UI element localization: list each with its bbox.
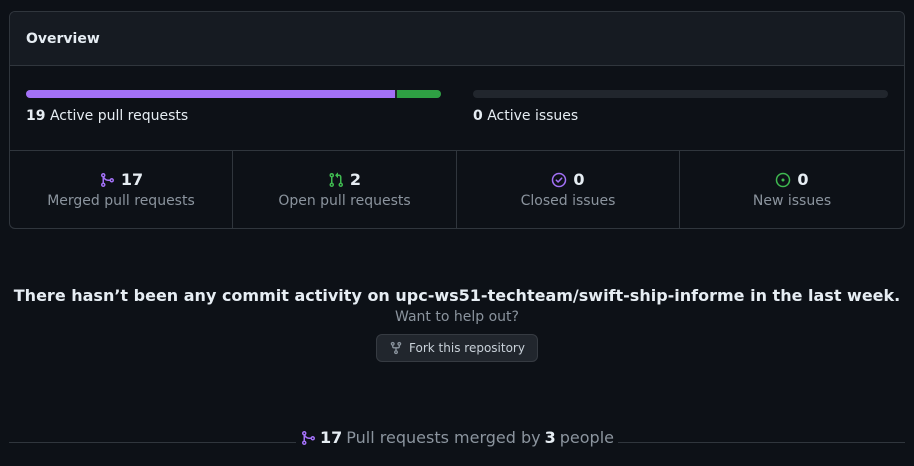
- merged-summary: 17 Pull requests merged by 3 people: [0, 428, 914, 447]
- pull-requests-summary: 19 Active pull requests: [10, 66, 457, 150]
- overview-panel: Overview 19 Active pull requests 0 Activ…: [9, 11, 905, 229]
- active-issues-text[interactable]: 0 Active issues: [473, 108, 888, 124]
- overview-header: Overview: [10, 12, 904, 66]
- commit-activity-message: There hasn’t been any commit activity on…: [13, 286, 901, 305]
- stat-closed-issues[interactable]: 0 Closed issues: [457, 151, 680, 228]
- stat-open-pull-requests[interactable]: 2 Open pull requests: [233, 151, 457, 228]
- active-issues-count: 0: [473, 108, 483, 124]
- overview-summary: 19 Active pull requests 0 Active issues: [10, 66, 904, 151]
- fork-repository-label: Fork this repository: [409, 341, 525, 355]
- help-out-text: Want to help out?: [395, 309, 519, 325]
- people-count: 3: [544, 428, 556, 447]
- merged-count: 17: [320, 428, 343, 447]
- active-issues-label: Active issues: [487, 108, 579, 124]
- git-merge-icon: [100, 172, 114, 187]
- active-pull-requests-count: 19: [26, 108, 46, 124]
- pull-requests-bar: [26, 90, 441, 98]
- merged-pull-requests-label: Merged pull requests: [47, 193, 195, 209]
- closed-issues-count: 0: [573, 170, 585, 189]
- open-pull-requests-label: Open pull requests: [278, 193, 411, 209]
- fork-repository-button[interactable]: Fork this repository: [376, 334, 538, 362]
- merged-summary-text: 17 Pull requests merged by 3 people: [296, 428, 618, 447]
- new-issues-count: 0: [797, 170, 809, 189]
- issues-summary: 0 Active issues: [457, 66, 904, 150]
- commit-activity-empty-state: There hasn’t been any commit activity on…: [0, 286, 914, 362]
- issues-bar: [473, 90, 888, 98]
- stat-new-issues[interactable]: 0 New issues: [680, 151, 904, 228]
- people-text: people: [559, 428, 614, 447]
- overview-stats: 17 Merged pull requests 2 Open pull requ…: [10, 151, 904, 228]
- repo-forked-icon: [390, 341, 402, 355]
- open-bar-segment: [397, 90, 441, 98]
- new-issues-label: New issues: [752, 193, 832, 209]
- stat-merged-pull-requests[interactable]: 17 Merged pull requests: [10, 151, 233, 228]
- git-merge-icon: [302, 430, 316, 445]
- overview-title: Overview: [26, 30, 100, 47]
- closed-issues-label: Closed issues: [520, 193, 616, 209]
- merged-pull-requests-count: 17: [120, 170, 144, 189]
- active-pull-requests-label: Active pull requests: [49, 108, 189, 124]
- git-pull-request-icon: [329, 172, 343, 187]
- merged-bar-segment: [26, 90, 396, 98]
- active-pull-requests-text[interactable]: 19 Active pull requests: [26, 108, 441, 124]
- open-pull-requests-count: 2: [349, 170, 362, 189]
- issue-opened-icon: [776, 172, 791, 187]
- merged-text: Pull requests merged by: [346, 428, 541, 447]
- issue-closed-icon: [552, 172, 567, 187]
